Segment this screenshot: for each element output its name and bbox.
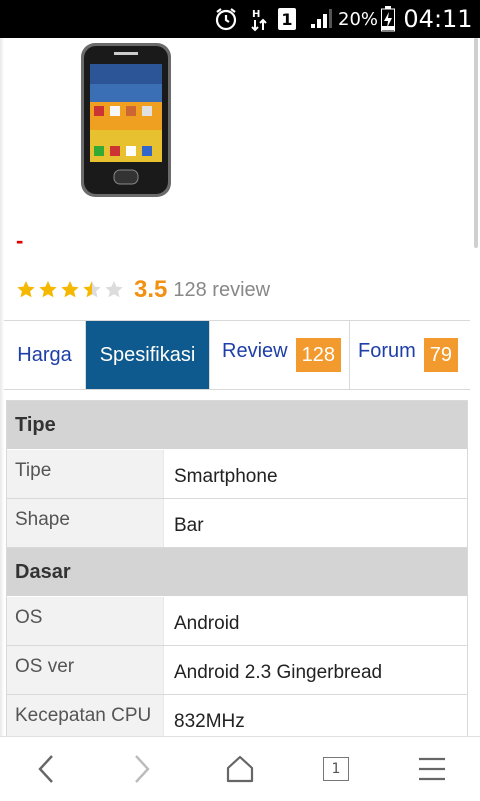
star-empty-icon [105,281,123,298]
table-row: Shape Bar [7,499,467,548]
svg-text:H: H [252,9,260,20]
page-content[interactable]: - 3.5 128 review Harga Spesifikasi Revie… [0,38,480,736]
chevron-left-icon [38,755,53,783]
table-row: Tipe Smartphone [7,450,467,499]
battery-percent: 20% [338,8,379,30]
tab-label: Review [222,339,288,362]
tabs-button[interactable]: 1 [306,737,366,801]
product-tabs: Harga Spesifikasi Review 128 Forum 79 [4,320,470,390]
spec-value: Android [163,597,467,645]
rating-stars [16,280,124,300]
signal-icon [306,0,336,38]
menu-button[interactable] [402,737,462,801]
data-transfer-icon: H [248,0,270,38]
browser-nav-bar: 1 [0,736,480,801]
rating-row: 3.5 128 review [16,274,270,306]
spec-table: Tipe Tipe Smartphone Shape Bar Dasar OS … [6,400,468,736]
spec-label: OS ver [7,646,163,694]
tab-review[interactable]: Review 128 [210,321,350,389]
tab-spesifikasi[interactable]: Spesifikasi [86,321,210,389]
scrollbar[interactable] [472,38,480,736]
table-row: OS Android [7,597,467,646]
clock: 04:11 [403,5,473,33]
star-half-icon [83,281,101,298]
product-image [81,43,171,197]
tab-label: Harga [17,343,72,366]
star-full-icon [39,281,57,298]
star-full-icon [17,281,35,298]
review-count-badge: 128 [295,338,341,372]
section-header-dasar: Dasar [7,548,467,597]
star-full-icon [61,281,79,298]
spec-label: OS [7,597,163,645]
chevron-right-icon [135,755,150,783]
battery-charging-icon [378,0,398,38]
scrollbar-thumb[interactable] [474,38,478,248]
spec-label: Shape [7,499,163,547]
tab-label: Spesifikasi [99,343,196,366]
section-header-tipe: Tipe [7,401,467,450]
spec-value: 832MHz [163,695,467,736]
alarm-icon [210,0,242,38]
product-price: - [16,228,24,253]
tab-label: Forum [358,339,416,362]
table-row: OS ver Android 2.3 Gingerbread [7,646,467,695]
forum-count-badge: 79 [423,338,459,372]
tab-forum[interactable]: Forum 79 [350,321,470,389]
tab-count: 1 [323,757,349,781]
tab-harga[interactable]: Harga [4,321,86,389]
sim-icon: 1 [276,0,298,38]
rating-score: 3.5 [134,276,168,303]
review-count-link[interactable]: 128 review [173,279,270,302]
status-bar: H 1 20% 04:11 [0,0,480,38]
sim-slot-number: 1 [278,8,296,30]
spec-label: Tipe [7,450,163,498]
hamburger-menu-icon [419,757,445,781]
forward-button[interactable] [112,737,172,801]
spec-value: Android 2.3 Gingerbread [163,646,467,694]
spec-value: Smartphone [163,450,467,498]
home-button[interactable] [210,737,270,801]
home-icon [226,755,254,783]
spec-value: Bar [163,499,467,547]
back-button[interactable] [16,737,76,801]
table-row: Kecepatan CPU 832MHz [7,695,467,736]
spec-label: Kecepatan CPU [7,695,163,736]
